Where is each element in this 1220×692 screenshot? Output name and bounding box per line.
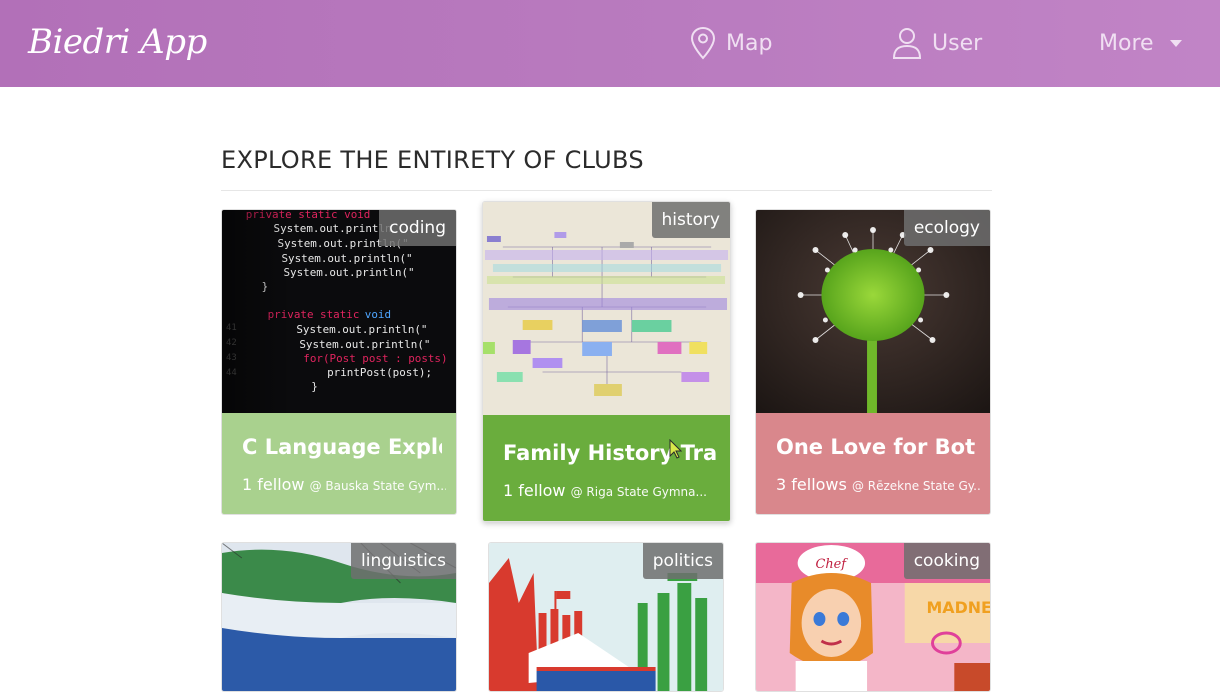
map-pin-icon — [690, 26, 716, 60]
category-badge: coding — [379, 210, 456, 246]
club-card[interactable]: MADNES Chef cooking — [755, 542, 991, 692]
club-title: C Language Explor... — [242, 435, 442, 459]
nav-user-link[interactable]: User — [892, 26, 982, 60]
club-card[interactable]: ecology One Love for Botany 3 fellows @ … — [755, 209, 991, 515]
club-card[interactable]: linguistics — [221, 542, 457, 692]
nav-map-link[interactable]: Map — [690, 26, 772, 60]
club-card[interactable]: private static void System.out.println S… — [221, 209, 457, 515]
nav-more-label: More — [1099, 30, 1154, 56]
club-meta: 3 fellows @ Rēzekne State Gy... — [776, 475, 980, 494]
brand-logo[interactable]: Biedri App — [28, 22, 207, 62]
title-divider — [221, 190, 992, 191]
user-icon — [892, 27, 922, 59]
svg-text:MADNES: MADNES — [927, 598, 990, 617]
club-school: @ Riga State Gymna... — [570, 485, 707, 499]
category-badge: linguistics — [351, 543, 456, 579]
club-card[interactable]: history Family History Trac... 1 fellow … — [482, 201, 731, 522]
category-badge: history — [651, 202, 730, 238]
club-image-protest-poster: politics — [489, 543, 723, 691]
club-image-chef-game: MADNES Chef cooking — [756, 543, 990, 691]
club-card-body: C Language Explor... 1 fellow @ Bauska S… — [222, 413, 456, 514]
page-title: EXPLORE THE ENTIRETY OF CLUBS — [221, 146, 644, 174]
category-badge: cooking — [903, 543, 990, 579]
fellow-count: 3 fellows — [776, 475, 847, 494]
club-image-sundew-plant: ecology — [756, 210, 990, 413]
club-card-body: One Love for Botany 3 fellows @ Rēzekne … — [756, 413, 990, 514]
fellow-count: 1 fellow — [242, 475, 305, 494]
club-title: One Love for Botany — [776, 435, 976, 459]
fellow-count: 1 fellow — [503, 481, 566, 500]
club-school: @ Bauska State Gym... — [309, 479, 446, 493]
club-card[interactable]: politics — [488, 542, 724, 692]
nav-more-dropdown[interactable]: More — [1099, 26, 1182, 60]
club-title: Family History Trac... — [503, 441, 716, 465]
category-badge: politics — [642, 543, 723, 579]
nav-user-label: User — [932, 30, 983, 56]
club-school: @ Rēzekne State Gy... — [851, 479, 980, 493]
category-badge: ecology — [903, 210, 990, 246]
club-image-code: private static void System.out.println S… — [222, 210, 456, 413]
club-meta: 1 fellow @ Bauska State Gym... — [242, 475, 446, 494]
caret-down-icon — [1169, 39, 1182, 47]
top-navbar: Biedri App Map User More — [0, 0, 1220, 87]
mouse-cursor-icon — [668, 438, 683, 463]
club-image-family-tree: history — [483, 202, 730, 415]
club-meta: 1 fellow @ Riga State Gymna... — [503, 481, 720, 500]
nav-map-label: Map — [726, 30, 773, 56]
club-image-flag: linguistics — [222, 543, 456, 691]
club-card-body: Family History Trac... 1 fellow @ Riga S… — [483, 415, 730, 521]
svg-text:Chef: Chef — [815, 557, 848, 572]
